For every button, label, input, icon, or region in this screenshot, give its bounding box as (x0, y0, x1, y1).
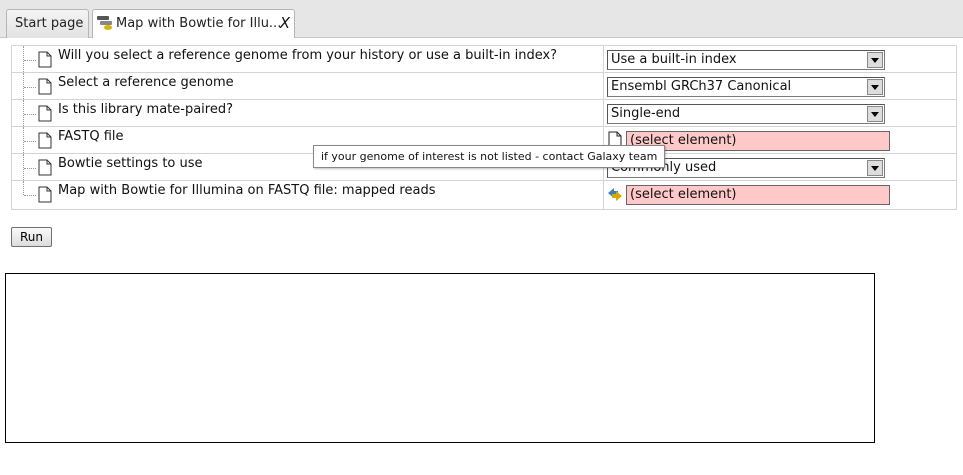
document-icon (38, 186, 52, 203)
param-row-reference-source: Will you select a reference genome from … (12, 46, 956, 73)
tab-label: Start page (15, 16, 84, 31)
param-label: Map with Bowtie for Illumina on FASTQ fi… (58, 183, 436, 198)
dropdown-arrow-icon[interactable] (867, 79, 883, 95)
tooltip: if your genome of interest is not listed… (313, 145, 666, 168)
document-icon (38, 132, 52, 149)
reference-genome-select[interactable]: Ensembl GRCh37 Canonical (607, 77, 885, 97)
tab-bar: Start page Map with Bowtie for Illu... X (0, 0, 963, 39)
tab-map-with-bowtie[interactable]: Map with Bowtie for Illu... X (92, 9, 295, 39)
tab-start-page[interactable]: Start page (6, 9, 89, 38)
document-icon (38, 51, 52, 68)
fastq-file-field[interactable]: (select element) (626, 131, 890, 151)
reference-source-select[interactable]: Use a built-in index (607, 50, 885, 70)
workflow-editor-panel: Will you select a reference genome from … (0, 38, 963, 475)
param-row-reference-genome: Select a reference genome Ensembl GRCh37… (12, 73, 956, 100)
dropdown-arrow-icon[interactable] (867, 106, 883, 122)
document-icon (38, 78, 52, 95)
workflow-icon (97, 16, 112, 30)
connection-icon (608, 188, 622, 201)
tab-label: Map with Bowtie for Illu... (116, 16, 282, 31)
document-icon (38, 105, 52, 122)
param-label: Is this library mate-paired? (58, 102, 234, 117)
mapped-reads-field[interactable]: (select element) (626, 185, 890, 205)
param-label: FASTQ file (58, 129, 124, 144)
output-preview-box (5, 273, 875, 443)
dropdown-arrow-icon[interactable] (867, 160, 883, 176)
document-icon (38, 159, 52, 176)
close-icon[interactable]: X (280, 10, 290, 37)
dropdown-arrow-icon[interactable] (867, 52, 883, 68)
param-row-mate-paired: Is this library mate-paired? Single-end (12, 100, 956, 127)
mate-paired-select[interactable]: Single-end (607, 104, 885, 124)
parameter-table: Will you select a reference genome from … (11, 45, 957, 210)
param-label: Will you select a reference genome from … (58, 48, 558, 63)
param-label: Select a reference genome (58, 75, 234, 90)
param-row-mapped-reads: Map with Bowtie for Illumina on FASTQ fi… (12, 181, 956, 209)
run-button[interactable]: Run (11, 227, 52, 247)
param-label: Bowtie settings to use (58, 156, 203, 171)
